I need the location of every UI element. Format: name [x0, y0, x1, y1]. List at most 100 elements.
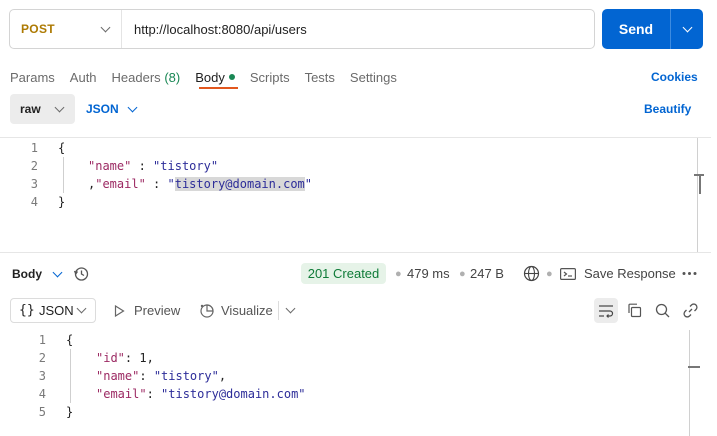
line-number: 3: [30, 177, 38, 191]
code-line: "id": 1,: [96, 349, 154, 367]
json-key: "email": [96, 387, 147, 401]
response-format-label: JSON: [38, 303, 74, 318]
response-body-viewer[interactable]: 1 2 3 4 5 { "id": 1, "name": "tistory", …: [0, 330, 717, 436]
tab-headers[interactable]: Headers (8): [112, 66, 181, 88]
url-input[interactable]: [122, 10, 594, 48]
json-value: : 1,: [124, 351, 154, 365]
brace: {: [66, 333, 74, 347]
cookies-link[interactable]: Cookies: [651, 66, 698, 88]
response-meta: ●: [395, 263, 402, 284]
scrollbar-thumb[interactable]: [699, 174, 701, 194]
line-number: 1: [30, 141, 38, 155]
link-button[interactable]: [678, 298, 702, 323]
wrap-icon: [599, 304, 614, 318]
line-number: 4: [38, 387, 46, 401]
editor-scrollbar[interactable]: [697, 138, 698, 252]
code-line: {: [66, 331, 73, 349]
tab-auth[interactable]: Auth: [70, 66, 97, 88]
code-line: "name" : "tistory": [88, 157, 218, 175]
visualize-dropdown[interactable]: [285, 298, 296, 323]
body-mode-select[interactable]: raw: [10, 94, 75, 124]
tab-label: Scripts: [249, 69, 290, 85]
json-value: "tistory@domain.com": [161, 387, 306, 401]
send-label: Send: [618, 21, 654, 37]
separator: :: [139, 369, 154, 383]
body-mode-label: raw: [20, 102, 41, 116]
dot-separator: ●: [459, 267, 466, 280]
quote: ": [167, 177, 175, 191]
response-size[interactable]: 247 B: [470, 263, 504, 284]
brace: }: [66, 405, 74, 419]
indent-guide: [70, 349, 71, 403]
indent-guide: [63, 157, 64, 193]
save-response-button[interactable]: Save Response: [560, 263, 676, 284]
json-key: "email": [95, 177, 146, 191]
beautify-button[interactable]: Beautify: [644, 94, 691, 124]
tab-label: Headers: [111, 69, 161, 85]
chevron-down-icon: [127, 102, 138, 112]
chevron-down-icon: [100, 22, 111, 32]
line-number: 2: [30, 159, 38, 173]
tab-body[interactable]: Body: [195, 66, 235, 88]
active-tab-underline: [199, 87, 238, 89]
dot-separator: ●: [395, 267, 402, 280]
url-bar: POST: [9, 9, 595, 49]
code-line: {: [58, 139, 65, 157]
globe-icon[interactable]: [523, 265, 540, 282]
wrap-lines-button[interactable]: [594, 298, 618, 323]
line-number: 2: [38, 351, 46, 365]
tab-scripts[interactable]: Scripts: [250, 66, 290, 88]
headers-count: (8): [164, 69, 181, 85]
tab-label: Auth: [69, 69, 97, 85]
viewer-scrollbar[interactable]: [689, 330, 690, 436]
json-key: "name": [96, 369, 140, 383]
json-value: "tistory": [153, 369, 219, 383]
status-badge[interactable]: 201 Created: [301, 263, 386, 284]
json-key: "name": [88, 159, 132, 173]
copy-icon: [627, 303, 641, 318]
history-icon[interactable]: [73, 266, 89, 282]
chevron-down-icon: [76, 303, 87, 314]
preview-label: Preview: [134, 303, 181, 318]
chevron-down-icon: [54, 102, 65, 112]
method-select[interactable]: POST: [10, 10, 122, 48]
more-icon[interactable]: [682, 271, 697, 276]
send-dropdown[interactable]: [671, 22, 703, 32]
response-body-select[interactable]: Body: [12, 264, 89, 284]
chevron-down-icon: [682, 22, 692, 32]
tab-tests[interactable]: Tests: [305, 66, 335, 88]
response-meta: ●: [459, 263, 466, 284]
code-line: }: [66, 403, 73, 421]
json-key: "id": [96, 351, 125, 365]
request-body-editor[interactable]: 1 2 3 4 { "name" : "tistory" ,"email" : …: [0, 137, 711, 253]
toolbar-divider: [278, 301, 279, 320]
preview-button[interactable]: Preview: [114, 298, 180, 323]
link-icon: [682, 303, 698, 318]
visualize-label: Visualize: [221, 303, 273, 318]
tab-label: Body: [195, 69, 225, 85]
dot-separator: ●: [546, 267, 553, 280]
separator: :: [131, 159, 154, 173]
separator: ,: [218, 369, 227, 383]
braces-icon: {}: [19, 303, 35, 318]
tab-label: Settings: [349, 69, 397, 85]
save-icon: [560, 267, 576, 280]
body-indicator-dot: [228, 74, 235, 80]
save-response-label: Save Response: [584, 266, 676, 281]
brace: {: [58, 141, 66, 155]
language-select[interactable]: JSON: [86, 94, 138, 124]
search-button[interactable]: [650, 298, 674, 323]
line-number: 4: [30, 195, 38, 209]
visualize-button[interactable]: Visualize: [199, 298, 273, 323]
language-label: JSON: [86, 102, 119, 116]
copy-button[interactable]: [622, 298, 646, 323]
tab-settings[interactable]: Settings: [350, 66, 397, 88]
send-button[interactable]: Send: [602, 9, 703, 49]
visualize-icon: [200, 303, 214, 318]
tab-label: Params: [10, 69, 55, 85]
tab-params[interactable]: Params: [10, 66, 55, 88]
chevron-down-icon: [285, 303, 296, 314]
response-format-select[interactable]: {} JSON: [10, 298, 96, 323]
response-time[interactable]: 479 ms: [407, 263, 450, 284]
separator: :: [146, 387, 162, 401]
